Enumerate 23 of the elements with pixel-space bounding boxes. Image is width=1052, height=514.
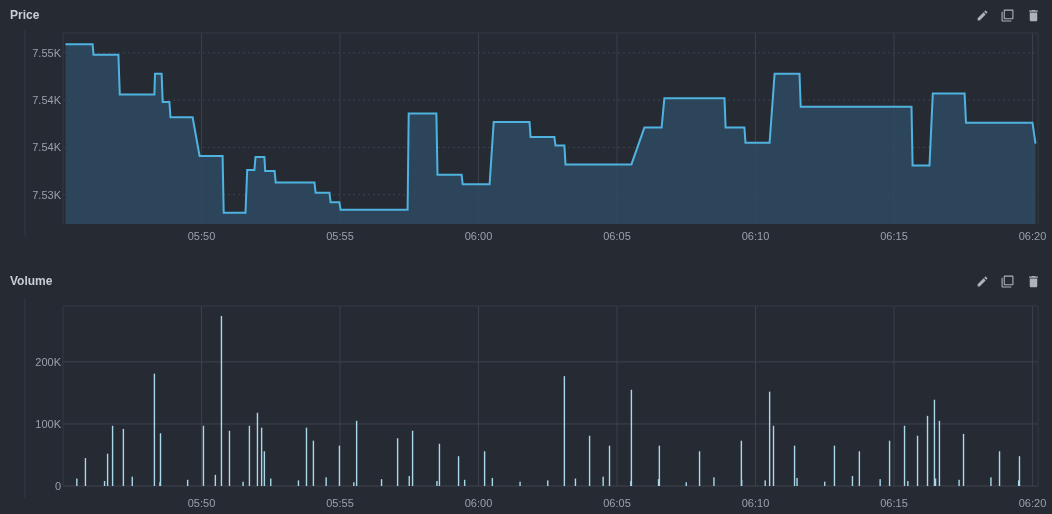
y-axis-label: 100K (35, 417, 61, 430)
x-axis-label: 06:00 (464, 230, 493, 242)
x-axis-label: 06:15 (880, 497, 908, 509)
x-axis-label: 06:20 (1018, 230, 1047, 242)
y-axis-label: 7.55K (32, 46, 61, 59)
x-axis-label: 05:50 (187, 230, 216, 242)
x-axis-label: 05:55 (326, 230, 354, 242)
x-axis-label: 05:50 (187, 497, 216, 509)
panel-title: Volume (10, 273, 53, 290)
x-axis-label: 05:55 (326, 497, 354, 509)
panel-title: Price (10, 7, 40, 24)
y-axis-label: 7.54K (32, 141, 61, 154)
y-axis-label: 7.54K (32, 94, 61, 107)
x-axis-label: 06:20 (1018, 497, 1047, 509)
x-axis-label: 06:05 (603, 497, 631, 509)
y-axis-label: 0 (54, 480, 61, 492)
x-axis-label: 06:00 (464, 497, 493, 509)
y-axis-label: 7.53K (32, 188, 61, 201)
x-axis-label: 06:10 (741, 230, 770, 242)
x-axis-label: 06:05 (603, 230, 631, 242)
y-axis-label: 200K (35, 355, 61, 368)
x-axis-label: 06:10 (741, 497, 770, 509)
x-axis-label: 06:15 (880, 230, 908, 242)
